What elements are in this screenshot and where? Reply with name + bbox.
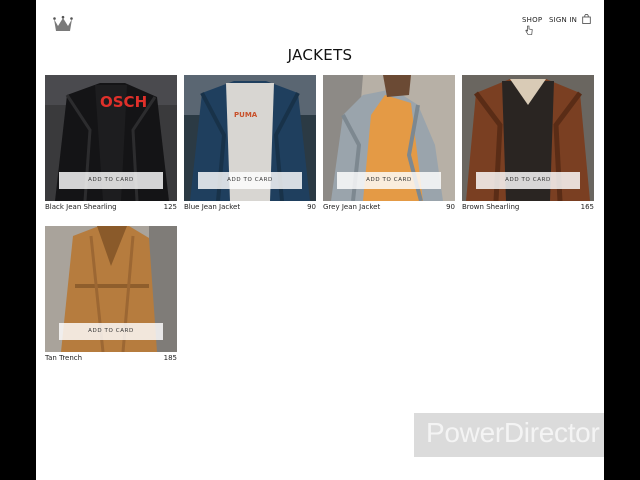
product-price: 125: [163, 203, 177, 211]
add-to-card-button[interactable]: ADD TO CARD: [59, 172, 163, 189]
product-price: 185: [163, 354, 177, 362]
hand-cursor-icon: [525, 25, 533, 35]
product-price: 165: [580, 203, 594, 211]
product-price: 90: [307, 203, 316, 211]
shirt-print-text: OSCH: [100, 93, 147, 111]
product-card: PUMA ADD TO CARD Blue Jean Jacket 90: [184, 75, 316, 225]
add-to-card-button[interactable]: ADD TO CARD: [337, 172, 441, 189]
product-card: ADD TO CARD Brown Shearling 165: [462, 75, 594, 225]
product-name: Black Jean Shearling: [45, 203, 117, 211]
shopping-bag-icon[interactable]: [582, 14, 591, 24]
page: SHOP SIGN IN JACKETS OSCH ADD TO CARD Bl…: [36, 0, 604, 480]
product-card: ADD TO CARD Grey Jean Jacket 90: [323, 75, 455, 225]
page-title: JACKETS: [287, 46, 353, 64]
watermark-text: PowerDirector: [426, 417, 600, 448]
product-name: Tan Trench: [45, 354, 83, 362]
add-to-card-button[interactable]: ADD TO CARD: [476, 172, 580, 189]
product-name: Grey Jean Jacket: [323, 203, 381, 211]
product-card: ADD TO CARD Tan Trench 185: [45, 226, 177, 376]
crown-icon[interactable]: [53, 15, 73, 33]
nav-shop-link[interactable]: SHOP: [522, 16, 542, 24]
product-name: Blue Jean Jacket: [184, 203, 241, 211]
product-price: 90: [446, 203, 455, 211]
product-name: Brown Shearling: [462, 203, 520, 211]
nav-sign-in-link[interactable]: SIGN IN: [549, 16, 577, 24]
product-card: OSCH ADD TO CARD Black Jean Shearling 12…: [45, 75, 177, 225]
add-to-card-button[interactable]: ADD TO CARD: [59, 323, 163, 340]
add-to-card-button[interactable]: ADD TO CARD: [198, 172, 302, 189]
shirt-print-text: PUMA: [234, 111, 258, 119]
